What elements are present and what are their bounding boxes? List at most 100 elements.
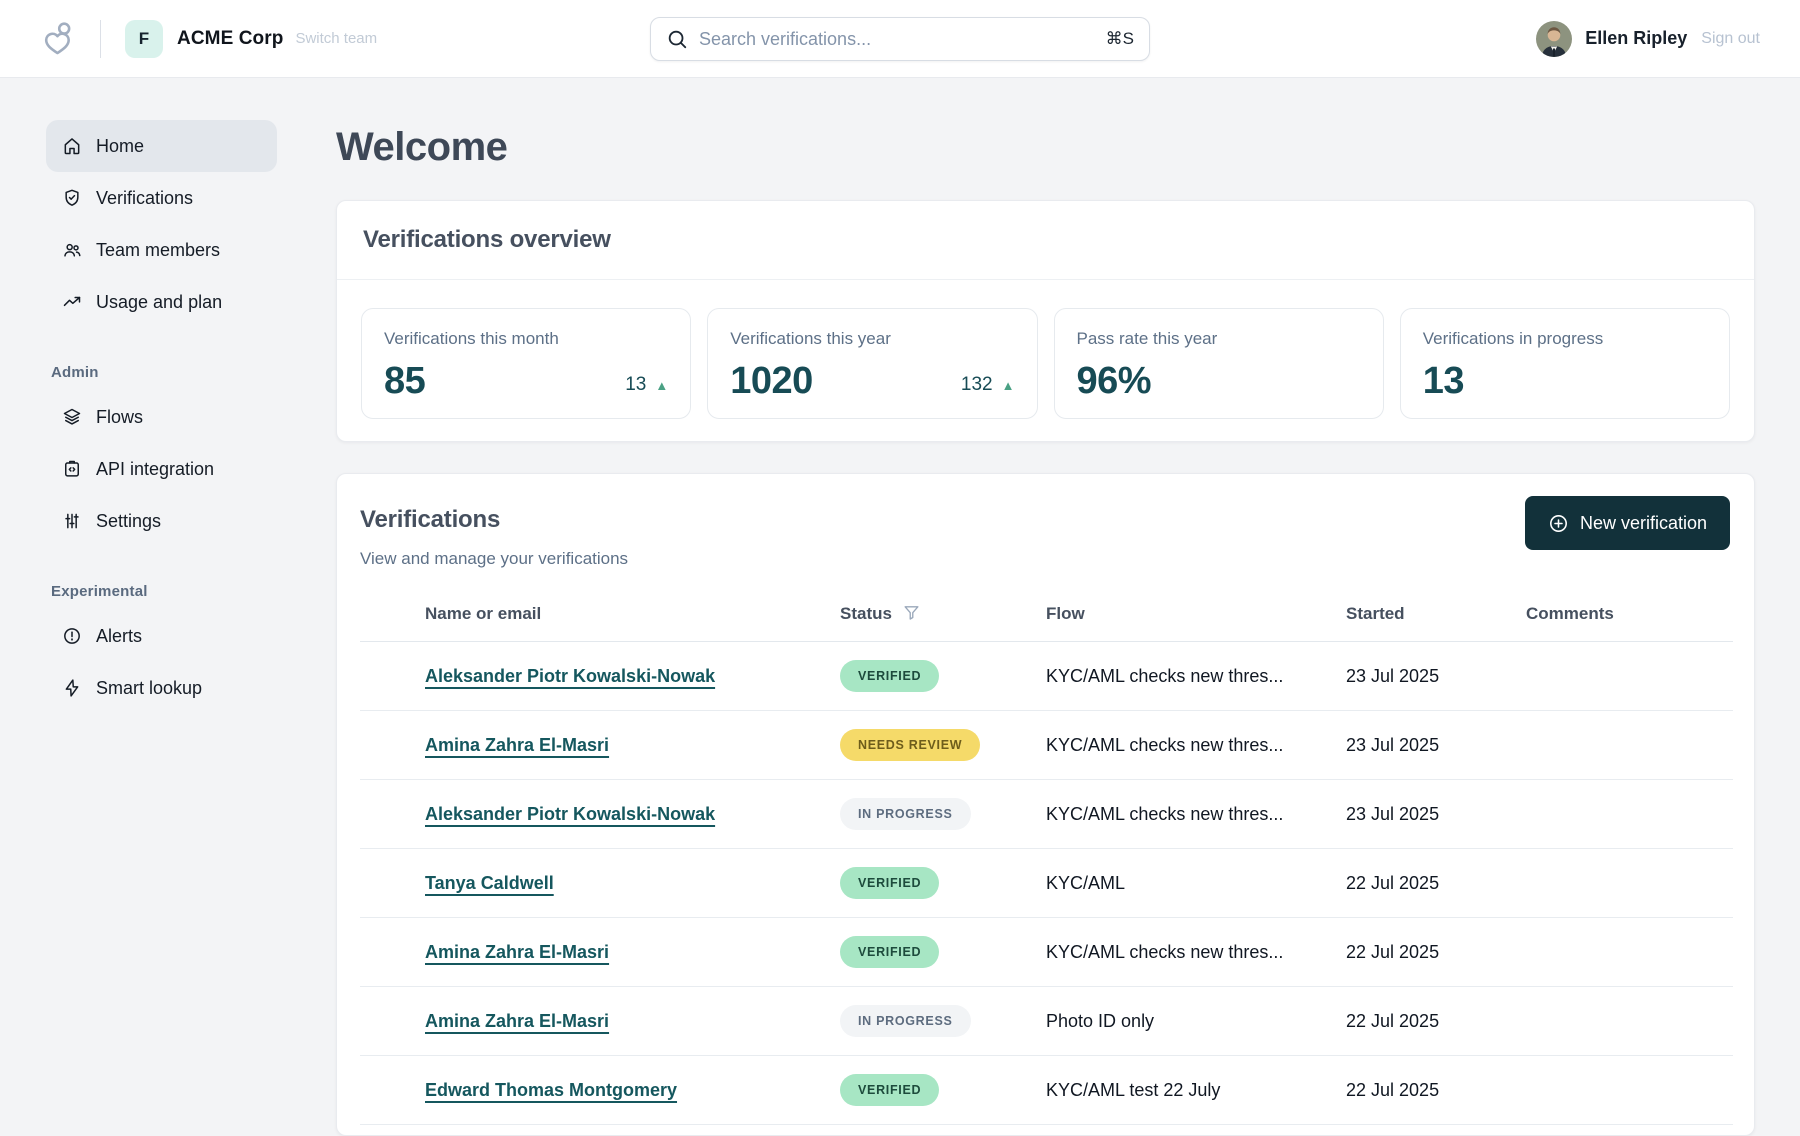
sidebar-section-experimental: Experimental <box>51 583 277 600</box>
table-row: Amina Zahra El-Masri VERIFIED KYC/AML ch… <box>360 918 1733 987</box>
flow-cell: KYC/AML <box>1046 849 1346 918</box>
sidebar-item-label: Alerts <box>96 626 142 647</box>
started-cell: 23 Jul 2025 <box>1346 642 1526 711</box>
stat-value: 13 <box>1423 362 1464 402</box>
user-name: Ellen Ripley <box>1585 28 1687 49</box>
comments-cell <box>1526 780 1733 849</box>
sign-out-link[interactable]: Sign out <box>1701 30 1760 48</box>
flow-cell: KYC/AML checks new thres... <box>1046 918 1346 987</box>
stat-value: 1020 <box>730 362 813 402</box>
verification-name-link[interactable]: Aleksander Piotr Kowalski-Nowak <box>425 666 715 686</box>
started-cell: 22 Jul 2025 <box>1346 987 1526 1056</box>
avatar[interactable] <box>1536 21 1572 57</box>
sidebar-item-usage-and-plan[interactable]: Usage and plan <box>46 276 277 328</box>
brand-logo-icon <box>40 21 76 57</box>
comments-cell <box>1526 849 1733 918</box>
code-box-icon <box>62 459 82 479</box>
search-shortcut: ⌘S <box>1106 29 1134 49</box>
stat-delta: 132 ▲ <box>961 374 1015 396</box>
table-row: Tanya Caldwell VERIFIED KYC/AML 22 Jul 2… <box>360 849 1733 918</box>
stat-label: Verifications this year <box>730 329 1014 349</box>
verification-name-link[interactable]: Amina Zahra El-Masri <box>425 1011 609 1031</box>
sidebar-item-label: Verifications <box>96 188 193 209</box>
stat-delta-value: 13 <box>625 374 646 396</box>
column-header-status: Status <box>840 591 1046 642</box>
sidebar-item-label: Home <box>96 136 144 157</box>
new-verification-button[interactable]: New verification <box>1525 496 1730 550</box>
sidebar-item-api-integration[interactable]: API integration <box>46 443 277 495</box>
flow-cell: KYC/AML checks new thres... <box>1046 711 1346 780</box>
sidebar-item-flows[interactable]: Flows <box>46 391 277 443</box>
started-cell: 22 Jul 2025 <box>1346 849 1526 918</box>
team-initial-badge: F <box>125 20 163 58</box>
sidebar-section-admin: Admin <box>51 364 277 381</box>
app-header: F ACME Corp Switch team ⌘S Ellen Ripley … <box>0 0 1800 78</box>
sidebar-item-alerts[interactable]: Alerts <box>46 610 277 662</box>
new-verification-label: New verification <box>1580 513 1707 534</box>
search-icon <box>666 28 688 50</box>
header-divider <box>100 20 101 58</box>
team-name: ACME Corp <box>177 28 283 50</box>
trending-up-icon <box>62 292 82 312</box>
verification-name-link[interactable]: Amina Zahra El-Masri <box>425 942 609 962</box>
status-badge: IN PROGRESS <box>840 1005 971 1037</box>
layers-icon <box>62 407 82 427</box>
sidebar-item-label: Team members <box>96 240 220 261</box>
column-header-name: Name or email <box>360 591 840 642</box>
status-badge: VERIFIED <box>840 867 939 899</box>
delta-up-icon: ▲ <box>1002 379 1015 392</box>
verification-name-link[interactable]: Amina Zahra El-Masri <box>425 735 609 755</box>
sidebar-item-label: API integration <box>96 459 214 480</box>
verifications-overview-card: Verifications overview Verifications thi… <box>336 200 1755 442</box>
status-badge: IN PROGRESS <box>840 798 971 830</box>
flow-cell: KYC/AML test 22 July <box>1046 1056 1346 1125</box>
verification-name-link[interactable]: Edward Thomas Montgomery <box>425 1080 677 1100</box>
flow-cell: Photo ID only <box>1046 987 1346 1056</box>
stat-card-verifications-this-month: Verifications this month 85 13 ▲ <box>361 308 691 419</box>
table-header-row: Name or email Status Flow Started Commen… <box>360 591 1733 642</box>
status-badge: NEEDS REVIEW <box>840 729 980 761</box>
stat-card-verifications-this-year: Verifications this year 1020 132 ▲ <box>707 308 1037 419</box>
zap-icon <box>62 678 82 698</box>
sidebar: Home Verifications Team members Usage an… <box>0 78 310 714</box>
verification-name-link[interactable]: Aleksander Piotr Kowalski-Nowak <box>425 804 715 824</box>
home-icon <box>62 136 82 156</box>
sliders-icon <box>62 511 82 531</box>
stat-label: Verifications in progress <box>1423 329 1707 349</box>
sidebar-item-label: Flows <box>96 407 143 428</box>
stat-delta-value: 132 <box>961 374 993 396</box>
stat-label: Pass rate this year <box>1077 329 1361 349</box>
status-badge: VERIFIED <box>840 1074 939 1106</box>
sidebar-item-smart-lookup[interactable]: Smart lookup <box>46 662 277 714</box>
search-bar[interactable]: ⌘S <box>650 17 1150 61</box>
status-badge: VERIFIED <box>840 660 939 692</box>
table-row: Aleksander Piotr Kowalski-Nowak IN PROGR… <box>360 780 1733 849</box>
sidebar-item-verifications[interactable]: Verifications <box>46 172 277 224</box>
table-row: Edward Thomas Montgomery VERIFIED KYC/AM… <box>360 1056 1733 1125</box>
main-content: Welcome Verifications overview Verificat… <box>310 78 1800 1136</box>
verifications-title: Verifications <box>360 506 628 534</box>
sidebar-item-team-members[interactable]: Team members <box>46 224 277 276</box>
verification-name-link[interactable]: Tanya Caldwell <box>425 873 554 893</box>
sidebar-item-settings[interactable]: Settings <box>46 495 277 547</box>
page-title: Welcome <box>336 125 1755 170</box>
delta-up-icon: ▲ <box>655 379 668 392</box>
comments-cell <box>1526 642 1733 711</box>
sidebar-item-label: Settings <box>96 511 161 532</box>
stat-card-verifications-in-progress: Verifications in progress 13 <box>1400 308 1730 419</box>
search-input[interactable] <box>699 29 1095 50</box>
comments-cell <box>1526 711 1733 780</box>
sidebar-item-label: Usage and plan <box>96 292 222 313</box>
stat-value: 85 <box>384 362 425 402</box>
filter-icon[interactable] <box>902 603 921 622</box>
sidebar-item-home[interactable]: Home <box>46 120 277 172</box>
users-icon <box>62 240 82 260</box>
stats-row: Verifications this month 85 13 ▲ Verific… <box>337 280 1754 441</box>
verifications-card: Verifications View and manage your verif… <box>336 473 1755 1136</box>
verifications-table: Name or email Status Flow Started Commen… <box>360 591 1733 1125</box>
switch-team-link[interactable]: Switch team <box>295 30 377 47</box>
table-row: Amina Zahra El-Masri NEEDS REVIEW KYC/AM… <box>360 711 1733 780</box>
column-header-flow: Flow <box>1046 591 1346 642</box>
alert-circle-icon <box>62 626 82 646</box>
status-badge: VERIFIED <box>840 936 939 968</box>
